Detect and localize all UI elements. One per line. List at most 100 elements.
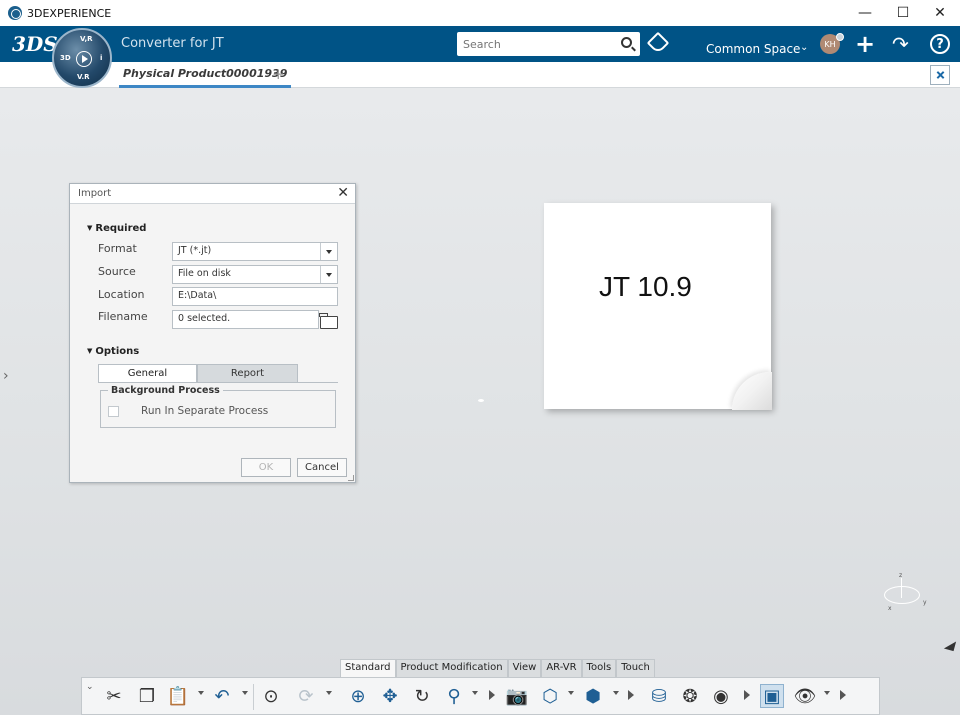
filename-label: Filename <box>98 310 148 323</box>
format-select[interactable]: JT (*.jt) <box>172 242 338 261</box>
view-options-caret[interactable] <box>568 691 574 695</box>
folder-open-icon[interactable] <box>319 313 338 329</box>
chevron-down-icon[interactable]: ⌄ <box>86 682 94 692</box>
app-title: Converter for JT <box>121 36 224 51</box>
action-bar: ⌄ ✂ ❐ 📋 ↶ ⊙ ⟳ ⊕ ✥ ↻ ⚲ 📷 ⬡ ⬢ ⛁ ❂ ◉ ▣ 👁 <box>81 677 880 715</box>
add-tab-button[interactable]: + <box>272 65 285 83</box>
top-bar: 3DS Converter for JT Common Space ⌄ KH +… <box>0 26 960 62</box>
more-render-tools-icon[interactable] <box>628 690 634 700</box>
dialog-title: Import <box>70 184 355 204</box>
x-axis-label: x <box>888 605 892 612</box>
fit-all-icon[interactable]: ⊕ <box>346 684 370 708</box>
more-tools-icon[interactable] <box>840 690 846 700</box>
plus-icon[interactable]: + <box>855 30 875 58</box>
note-text: JT 10.9 <box>599 271 692 302</box>
tab-product-modification[interactable]: Product Modification <box>395 659 508 677</box>
view-cube-icon[interactable]: ⬡ <box>538 684 562 708</box>
compass-bottom-label: V.R <box>77 73 90 81</box>
refresh-icon[interactable]: ⟳ <box>294 684 318 708</box>
tab-divider <box>98 382 338 383</box>
source-value: File on disk <box>178 268 231 279</box>
undo-options-caret[interactable] <box>242 691 248 695</box>
cancel-button[interactable]: Cancel <box>297 458 347 477</box>
render-style-icon[interactable]: ⬢ <box>581 684 605 708</box>
resize-grip-icon[interactable] <box>348 475 354 481</box>
zoom-icon[interactable]: ⚲ <box>442 684 466 708</box>
selection-box-icon[interactable]: ▣ <box>760 684 784 708</box>
format-value: JT (*.jt) <box>178 245 212 256</box>
toolbar-divider <box>253 684 254 710</box>
window-title: 3DEXPERIENCE <box>27 6 112 20</box>
collaborative-space-selector[interactable]: Common Space <box>706 42 800 56</box>
tab-ar-vr[interactable]: AR-VR <box>541 659 582 677</box>
location-field[interactable]: E:\Data\ <box>172 287 338 306</box>
more-view-tools-icon[interactable] <box>489 690 495 700</box>
tab-report[interactable]: Report <box>197 364 298 383</box>
chevron-right-icon[interactable]: › <box>3 368 9 384</box>
tab-standard[interactable]: Standard <box>340 659 396 677</box>
close-icon[interactable]: ✕ <box>337 185 349 201</box>
compass-top-label: V,R <box>80 35 93 43</box>
axis-gizmo[interactable]: z x y <box>880 572 928 612</box>
zoom-area-icon[interactable]: ⊙ <box>259 684 283 708</box>
action-bar-tabs: Standard Product Modification View AR-VR… <box>340 659 655 677</box>
more-data-tools-icon[interactable] <box>744 690 750 700</box>
jt-version-note[interactable]: JT 10.9 <box>544 203 772 410</box>
rotate-icon[interactable]: ↻ <box>410 684 434 708</box>
center-dot <box>478 399 484 402</box>
network-icon[interactable]: ❂ <box>678 684 702 708</box>
minimize-button[interactable]: — <box>846 0 884 26</box>
import-dialog: Import ✕ Required Format JT (*.jt) Sourc… <box>69 183 356 483</box>
run-separate-process-label[interactable]: Run In Separate Process <box>141 405 268 417</box>
paste-icon[interactable]: 📋 <box>166 684 190 708</box>
tab-physical-product[interactable]: Physical Product00001939 <box>119 62 292 88</box>
camera-icon[interactable]: 📷 <box>505 684 529 708</box>
undo-icon[interactable]: ↶ <box>210 684 234 708</box>
paste-options-caret[interactable] <box>198 691 204 695</box>
play-icon[interactable] <box>76 51 92 67</box>
options-section-header[interactable]: Options <box>87 346 139 357</box>
chevron-down-icon[interactable]: ⌄ <box>800 42 808 53</box>
window-titlebar: 3DEXPERIENCE — ☐ ✕ <box>0 0 960 26</box>
background-process-legend: Background Process <box>108 385 223 396</box>
source-select[interactable]: File on disk <box>172 265 338 284</box>
visibility-icon[interactable]: 👁 <box>793 684 817 708</box>
cut-icon[interactable]: ✂ <box>102 684 126 708</box>
zoom-options-caret[interactable] <box>472 691 478 695</box>
compass-right-label: i <box>100 54 103 62</box>
tab-touch[interactable]: Touch <box>616 659 655 677</box>
search-icon[interactable] <box>621 37 632 48</box>
status-dot-icon <box>836 33 844 41</box>
format-label: Format <box>98 242 137 255</box>
search-input[interactable] <box>463 33 613 55</box>
maximize-button[interactable]: ☐ <box>884 0 922 26</box>
help-icon[interactable]: ? <box>930 34 950 54</box>
run-separate-process-checkbox[interactable] <box>108 406 119 417</box>
y-axis-label: y <box>923 599 927 606</box>
copy-icon[interactable]: ❐ <box>135 684 159 708</box>
refresh-options-caret[interactable] <box>326 691 332 695</box>
tag-icon[interactable] <box>646 31 670 55</box>
source-label: Source <box>98 265 136 278</box>
chevron-down-icon[interactable] <box>320 266 337 283</box>
share-icon[interactable]: ↷ <box>892 32 909 56</box>
tab-tools[interactable]: Tools <box>581 659 617 677</box>
database-icon[interactable]: ⛁ <box>647 684 671 708</box>
close-window-button[interactable]: ✕ <box>921 0 959 26</box>
globe-search-icon[interactable]: ◉ <box>709 684 733 708</box>
chevron-down-icon[interactable] <box>320 243 337 260</box>
document-tab-strip: Physical Product00001939 + <box>0 62 960 88</box>
collapse-icon[interactable] <box>930 65 950 85</box>
search-box <box>457 32 640 56</box>
visibility-options-caret[interactable] <box>824 691 830 695</box>
pan-icon[interactable]: ✥ <box>378 684 402 708</box>
z-axis-label: z <box>899 572 903 579</box>
tab-view[interactable]: View <box>507 659 542 677</box>
filename-field[interactable]: 0 selected. <box>172 310 319 329</box>
ok-button[interactable]: OK <box>241 458 291 477</box>
compass[interactable]: V,R 3D i V.R <box>52 28 112 88</box>
tab-general[interactable]: General <box>98 364 197 383</box>
render-options-caret[interactable] <box>613 691 619 695</box>
ds-logo-icon[interactable]: 3DS <box>12 32 58 56</box>
required-section-header[interactable]: Required <box>87 223 146 234</box>
